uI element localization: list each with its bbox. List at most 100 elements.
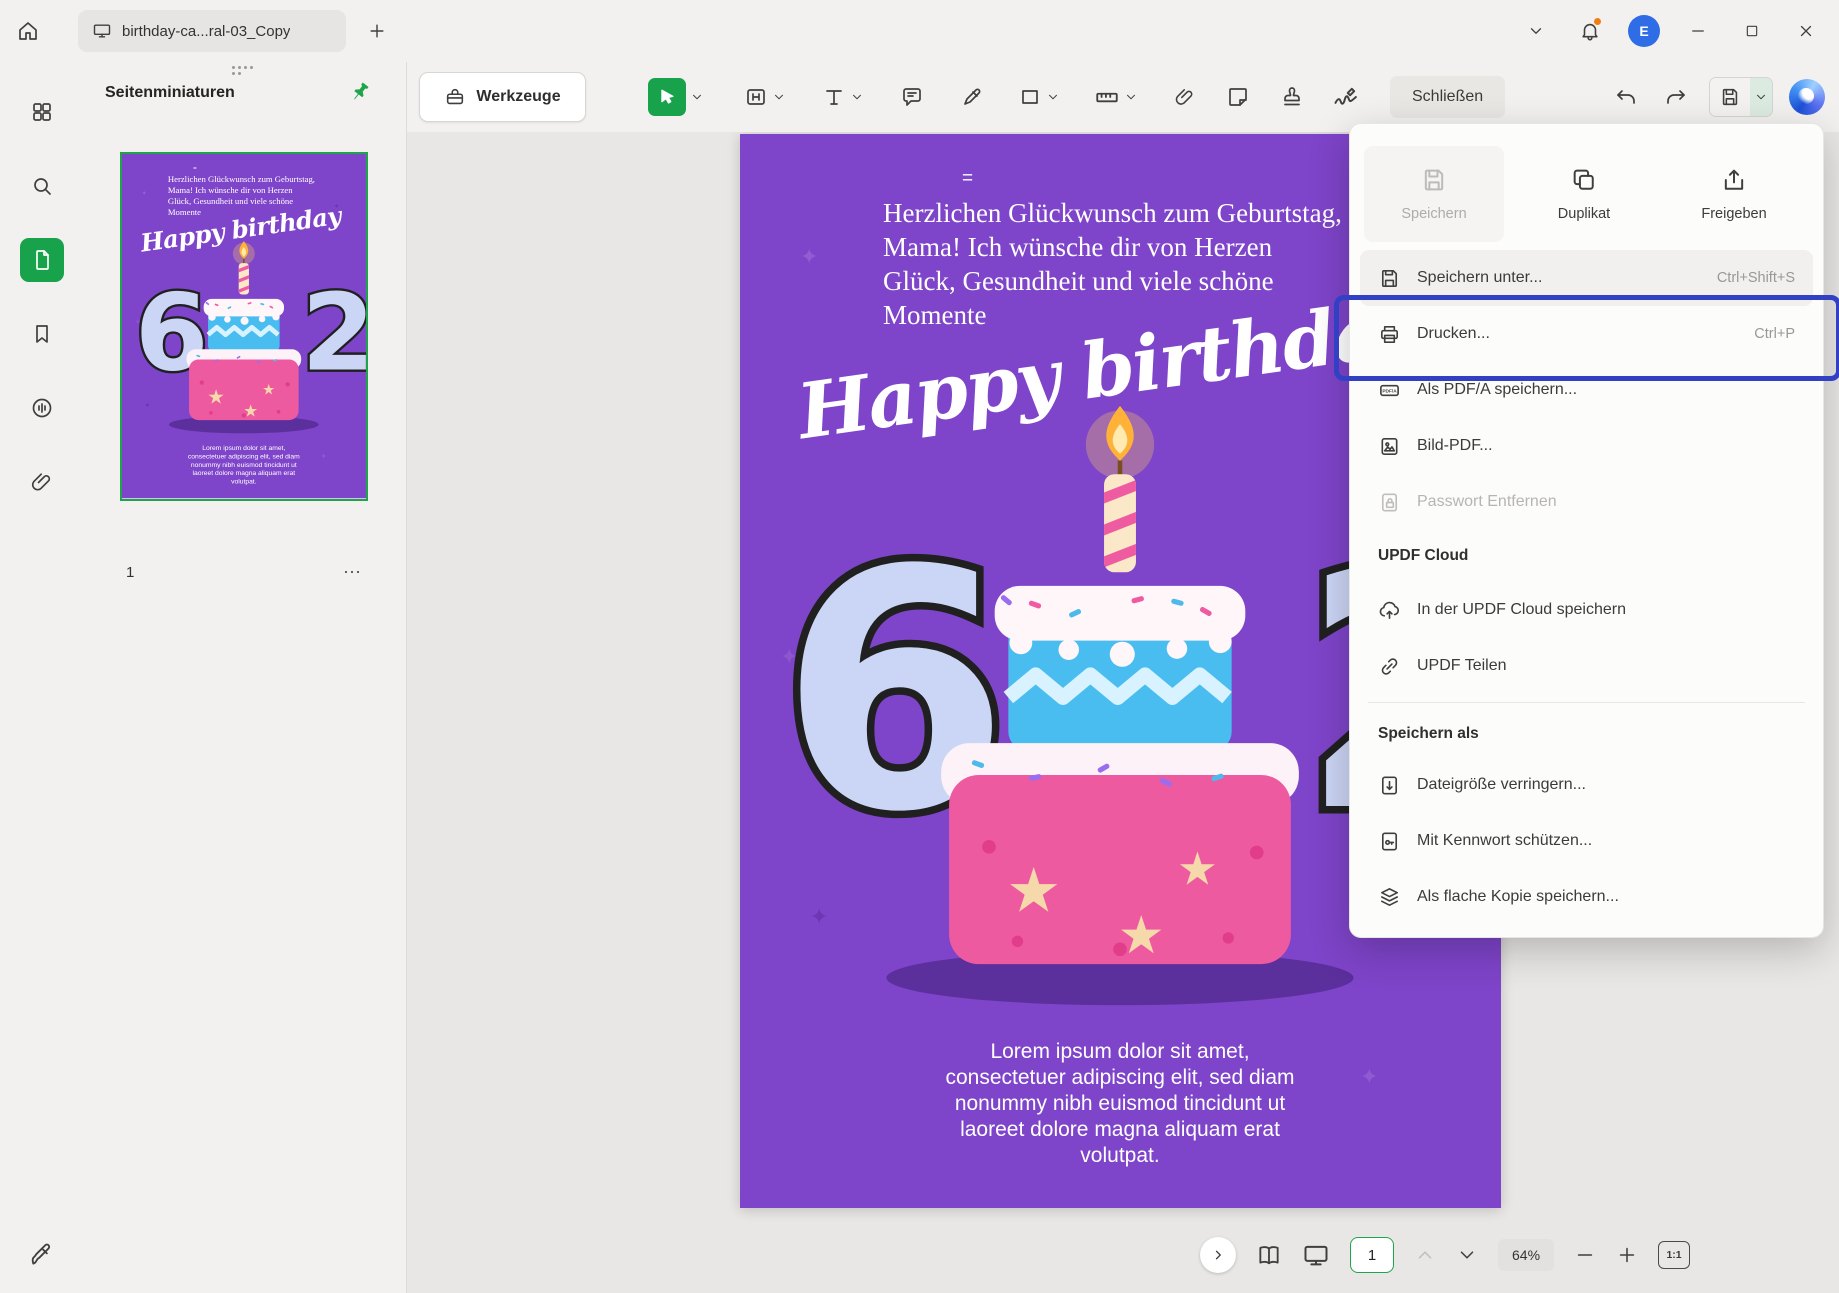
- zoom-level[interactable]: 64%: [1498, 1239, 1554, 1271]
- rail-sign-button[interactable]: [20, 1233, 64, 1277]
- presentation-mode-button[interactable]: [1302, 1241, 1330, 1269]
- rail-thumbnails-button[interactable]: [20, 238, 64, 282]
- stamp-icon: [1280, 85, 1304, 109]
- redo-icon: [1664, 85, 1688, 109]
- menu-item-label: Dateigröße verringern...: [1417, 776, 1795, 794]
- menu-item-label: Passwort Entfernen: [1417, 493, 1779, 511]
- sticker-tool[interactable]: [1226, 85, 1250, 109]
- avatar: E: [1628, 15, 1660, 47]
- search-icon: [30, 174, 54, 198]
- comment-tool[interactable]: [900, 85, 924, 109]
- minus-icon: [1574, 1244, 1596, 1266]
- book-icon: [1256, 1242, 1282, 1268]
- menu-item-protect-password[interactable]: Mit Kennwort schützen...: [1360, 813, 1813, 869]
- toolbar: Werkzeuge: [407, 62, 1839, 132]
- chevron-down-icon[interactable]: [690, 90, 704, 104]
- menu-item-shortcut: Ctrl+Shift+S: [1717, 270, 1795, 286]
- reading-mode-button[interactable]: [1256, 1242, 1282, 1268]
- body-line: consectetuer adipiscing elit, sed diam: [173, 452, 314, 460]
- menu-item-label: Als flache Kopie speichern...: [1417, 888, 1795, 906]
- notification-dot: [1594, 18, 1601, 25]
- measure-tool[interactable]: [1094, 84, 1138, 110]
- thumbnail-more-button[interactable]: ⋯: [343, 562, 362, 583]
- stamp-tool[interactable]: [1280, 85, 1304, 109]
- text-tool[interactable]: [822, 85, 864, 109]
- body-text[interactable]: Lorem ipsum dolor sit amet, consectetuer…: [900, 1039, 1340, 1169]
- document-tab[interactable]: birthday-ca...ral-03_Copy: [78, 10, 346, 52]
- shape-tool[interactable]: [1018, 85, 1060, 109]
- menu-item-image-pdf[interactable]: Bild-PDF...: [1360, 418, 1813, 474]
- panel-drag-handle[interactable]: [232, 66, 258, 75]
- page-number-input[interactable]: [1350, 1237, 1394, 1273]
- menu-item-cloud-save[interactable]: In der UPDF Cloud speichern: [1360, 582, 1813, 638]
- chevron-down-icon[interactable]: [1124, 90, 1138, 104]
- rail-comments-button[interactable]: [20, 386, 64, 430]
- menu-item-print[interactable]: Drucken... Ctrl+P: [1360, 306, 1813, 362]
- updf-ai-button[interactable]: [1789, 79, 1825, 115]
- share-icon: [1720, 166, 1748, 194]
- expand-controls-button[interactable]: [1200, 1237, 1236, 1273]
- minimize-button[interactable]: [1675, 8, 1721, 54]
- edit-tool[interactable]: [744, 85, 786, 109]
- bookmark-icon: [30, 322, 54, 346]
- next-page-button[interactable]: [1456, 1244, 1478, 1266]
- notifications-button[interactable]: [1567, 8, 1613, 54]
- quick-duplicate-button[interactable]: Duplikat: [1514, 146, 1654, 242]
- chevron-down-icon: [1754, 90, 1768, 104]
- select-tool-button[interactable]: [648, 78, 686, 116]
- menu-item-reduce-size[interactable]: Dateigröße verringern...: [1360, 757, 1813, 813]
- zoom-in-button[interactable]: [1616, 1244, 1638, 1266]
- account-button[interactable]: E: [1621, 8, 1667, 54]
- redo-button[interactable]: [1659, 80, 1693, 114]
- thumbnails-title: Seitenminiaturen: [105, 84, 235, 102]
- tools-button[interactable]: Werkzeuge: [419, 72, 586, 122]
- menu-section-save-as: Speichern als: [1350, 711, 1823, 757]
- new-tab-button[interactable]: [360, 14, 394, 48]
- menu-item-save-as[interactable]: Speichern unter... Ctrl+Shift+S: [1360, 250, 1813, 306]
- rail-attachments-button[interactable]: [20, 460, 64, 504]
- toolbox-icon: [444, 86, 466, 108]
- page-thumbnail-1[interactable]: ✦ ✦ ✦ ✦ ✦ ✦ = Herzlichen Glückwunsch zum…: [120, 152, 368, 501]
- chevron-down-icon[interactable]: [772, 90, 786, 104]
- printer-icon: [1378, 323, 1401, 346]
- close-window-button[interactable]: [1783, 8, 1829, 54]
- rail-bottom: [0, 1233, 84, 1277]
- toolbar-collapse-button[interactable]: [1513, 8, 1559, 54]
- toolbar-right-group: [1609, 62, 1825, 132]
- menu-item-pdfa[interactable]: PDF/A Als PDF/A speichern...: [1360, 362, 1813, 418]
- select-tool[interactable]: [648, 78, 704, 116]
- ruler-icon: [1094, 84, 1120, 110]
- attach-tool[interactable]: [1174, 86, 1196, 108]
- body-line: volutpat.: [900, 1143, 1340, 1169]
- close-mode-button[interactable]: Schließen: [1390, 76, 1505, 118]
- body-line: consectetuer adipiscing elit, sed diam: [900, 1065, 1340, 1091]
- menu-item-flatten-copy[interactable]: Als flache Kopie speichern...: [1360, 869, 1813, 925]
- rail-search-button[interactable]: [20, 164, 64, 208]
- previous-page-button[interactable]: [1414, 1244, 1436, 1266]
- save-menu-button[interactable]: [1750, 78, 1772, 116]
- zoom-out-button[interactable]: [1574, 1244, 1596, 1266]
- plus-icon: [1616, 1244, 1638, 1266]
- maximize-button[interactable]: [1729, 8, 1775, 54]
- signature-tool[interactable]: [1332, 83, 1360, 111]
- quick-actions-row: Speichern Duplikat Freigeben: [1350, 138, 1823, 250]
- rail-apps-button[interactable]: [20, 90, 64, 134]
- quick-save-button[interactable]: Speichern: [1364, 146, 1504, 242]
- save-dropdown-menu: Speichern Duplikat Freigeben Speichern u…: [1349, 123, 1824, 938]
- menu-item-updf-share[interactable]: UPDF Teilen: [1360, 638, 1813, 694]
- quick-share-button[interactable]: Freigeben: [1664, 146, 1804, 242]
- menu-item-label: UPDF Teilen: [1417, 657, 1795, 675]
- highlight-tool[interactable]: [960, 85, 984, 109]
- actual-size-button[interactable]: 1:1: [1658, 1241, 1690, 1269]
- quick-duplicate-label: Duplikat: [1558, 206, 1610, 222]
- pin-panel-button[interactable]: [344, 76, 376, 108]
- rail-bookmarks-button[interactable]: [20, 312, 64, 356]
- save-button[interactable]: [1710, 78, 1750, 116]
- titlebar-right: E: [1513, 0, 1839, 62]
- sticker-icon: [1226, 85, 1250, 109]
- home-button[interactable]: [0, 0, 56, 62]
- thumbnail-page-number: 1: [126, 564, 134, 581]
- chevron-down-icon[interactable]: [850, 90, 864, 104]
- chevron-down-icon[interactable]: [1046, 90, 1060, 104]
- undo-button[interactable]: [1609, 80, 1643, 114]
